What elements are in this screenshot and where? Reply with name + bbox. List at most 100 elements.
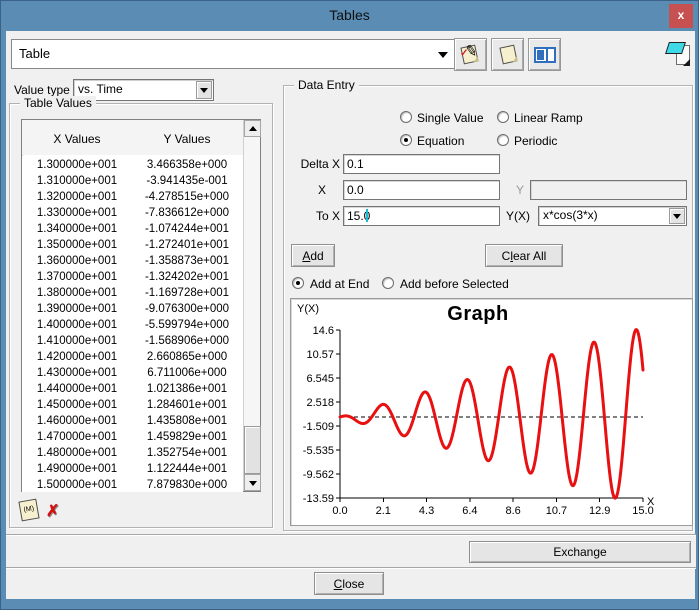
svg-text:-9.562: -9.562 — [303, 469, 334, 481]
value-type-dropdown-button[interactable] — [196, 81, 212, 99]
close-button[interactable]: Close — [314, 572, 384, 595]
svg-text:12.9: 12.9 — [589, 505, 610, 517]
table-cell: -4.278515e+000 — [144, 191, 230, 203]
exchange-band: Exchange — [6, 534, 696, 568]
y-label: Y — [516, 183, 525, 197]
table-row[interactable]: 1.480000e+001 1.352754e+001 — [22, 444, 243, 460]
add-button[interactable]: Add — [291, 244, 335, 267]
yx-dropdown-button[interactable] — [669, 208, 685, 224]
table-cell: 1.284601e+001 — [146, 399, 228, 411]
scroll-up-button[interactable] — [244, 120, 261, 137]
scroll-thumb[interactable] — [244, 426, 261, 474]
table-scrollbar[interactable] — [243, 120, 261, 491]
table-row[interactable]: 1.470000e+001 1.459829e+001 — [22, 428, 243, 444]
radio-equation[interactable] — [400, 134, 412, 146]
x-label: X — [317, 183, 326, 197]
radio-linear-ramp[interactable] — [497, 111, 509, 123]
svg-text:10.7: 10.7 — [546, 505, 567, 517]
table-values-group-title: Table Values — [20, 96, 96, 110]
data-entry-group-title: Data Entry — [294, 78, 359, 92]
table-cell: 1.450000e+001 — [36, 399, 118, 411]
note-m-icon: (M) — [23, 505, 35, 514]
table-cell: 1.460000e+001 — [36, 415, 118, 427]
table-cell: -5.599794e+000 — [144, 319, 230, 331]
table-cell: 1.500000e+001 — [36, 479, 118, 491]
notes-stack-icon[interactable] — [665, 39, 692, 69]
arrow-up-icon — [248, 126, 257, 131]
table-cell: 1.459829e+001 — [146, 431, 228, 443]
table-cell: 1.360000e+001 — [36, 255, 118, 267]
svg-text:-5.535: -5.535 — [303, 445, 334, 457]
clear-all-button[interactable]: Clear All — [485, 244, 563, 267]
table-select-combobox[interactable]: Table — [11, 39, 455, 69]
radio-single-value-label[interactable]: Single Value — [417, 111, 484, 125]
table-row[interactable]: 1.420000e+001 2.660865e+000 — [22, 348, 243, 364]
table-row[interactable]: 1.370000e+001 -1.324202e+001 — [22, 268, 243, 284]
table-cell: 1.430000e+001 — [36, 367, 118, 379]
radio-equation-label[interactable]: Equation — [417, 134, 464, 148]
table-row[interactable]: 1.350000e+001 -1.272401e+001 — [22, 236, 243, 252]
table-row[interactable]: 1.340000e+001 -1.074244e+001 — [22, 220, 243, 236]
table-row[interactable]: 1.460000e+001 1.435808e+001 — [22, 412, 243, 428]
table-row[interactable]: 1.410000e+001 -1.568906e+000 — [22, 332, 243, 348]
table-row[interactable]: 1.490000e+001 1.122444e+001 — [22, 460, 243, 476]
radio-linear-ramp-label[interactable]: Linear Ramp — [514, 111, 583, 125]
table-cell: 1.400000e+001 — [36, 319, 118, 331]
tables-dialog: Tables x Table ✓ ✎ Value type vs. Time T… — [0, 0, 699, 610]
delete-row-button[interactable]: ✗ — [46, 501, 59, 521]
yx-equation-combobox[interactable]: x*cos(3*x) — [538, 206, 687, 226]
svg-text:0.0: 0.0 — [332, 505, 347, 517]
chevron-down-icon[interactable] — [438, 52, 448, 58]
table-cell: 1.122444e+001 — [146, 463, 228, 475]
exchange-button[interactable]: Exchange — [469, 541, 691, 563]
table-row[interactable]: 1.300000e+001 3.466358e+000 — [22, 156, 243, 172]
table-row[interactable]: 1.400000e+001 -5.599794e+000 — [22, 316, 243, 332]
scroll-down-button[interactable] — [244, 474, 261, 491]
delete-x-icon: ✗ — [46, 503, 60, 520]
table-row[interactable]: 1.500000e+001 7.879830e+000 — [22, 476, 243, 492]
svg-text:6.545: 6.545 — [306, 373, 334, 385]
table-cell: 1.440000e+001 — [36, 383, 118, 395]
table-cell: 6.711006e+000 — [147, 367, 227, 379]
table-cell: -1.358873e+001 — [144, 255, 230, 267]
svg-text:8.6: 8.6 — [505, 505, 520, 517]
radio-selected-dot — [296, 281, 300, 285]
radio-add-at-end[interactable] — [292, 277, 304, 289]
title-bar[interactable]: Tables x — [1, 1, 698, 31]
edit-table-button[interactable]: ✓ ✎ — [454, 38, 487, 71]
table-cell: 1.480000e+001 — [36, 447, 118, 459]
yx-label: Y(X) — [506, 209, 530, 223]
svg-text:10.57: 10.57 — [306, 349, 334, 361]
text-caret — [366, 209, 368, 222]
table-row[interactable]: 1.380000e+001 -1.169728e+001 — [22, 284, 243, 300]
radio-periodic-label[interactable]: Periodic — [514, 134, 557, 148]
table-row[interactable]: 1.430000e+001 6.711006e+000 — [22, 364, 243, 380]
close-window-button[interactable]: x — [669, 4, 693, 28]
radio-add-before-selected-label[interactable]: Add before Selected — [400, 277, 509, 291]
radio-periodic[interactable] — [497, 134, 509, 146]
radio-add-at-end-label[interactable]: Add at End — [310, 277, 369, 291]
table-row[interactable]: 1.320000e+001 -4.278515e+000 — [22, 188, 243, 204]
x-input[interactable] — [343, 180, 500, 200]
table-cell: 1.370000e+001 — [36, 271, 118, 283]
graph-panel: Y(X) Graph 14.6 10.57 6.545 2.518 -1.509 -5.5… — [290, 298, 693, 526]
new-table-button[interactable] — [491, 38, 524, 71]
panel-view-button[interactable] — [528, 38, 561, 71]
table-row[interactable]: 1.360000e+001 -1.358873e+001 — [22, 252, 243, 268]
table-row[interactable]: 1.450000e+001 1.284601e+001 — [22, 396, 243, 412]
table-row[interactable]: 1.440000e+001 1.021386e+001 — [22, 380, 243, 396]
table-cell: 1.352754e+001 — [146, 447, 228, 459]
table-cell: 3.466358e+000 — [146, 159, 228, 171]
table-cell: 1.021386e+001 — [146, 383, 228, 395]
table-cell: 1.410000e+001 — [36, 335, 118, 347]
svg-text:4.3: 4.3 — [419, 505, 434, 517]
table-cell: 7.879830e+000 — [146, 479, 228, 491]
table-row[interactable]: 1.310000e+001 -3.941435e-001 — [22, 172, 243, 188]
table-cell: -3.941435e-001 — [146, 175, 228, 187]
radio-add-before-selected[interactable] — [382, 277, 394, 289]
memo-tool-button[interactable]: (M) — [18, 498, 40, 522]
table-row[interactable]: 1.390000e+001 -9.076300e+000 — [22, 300, 243, 316]
delta-x-input[interactable] — [343, 154, 500, 174]
table-row[interactable]: 1.330000e+001 -7.836612e+000 — [22, 204, 243, 220]
radio-single-value[interactable] — [400, 111, 412, 123]
